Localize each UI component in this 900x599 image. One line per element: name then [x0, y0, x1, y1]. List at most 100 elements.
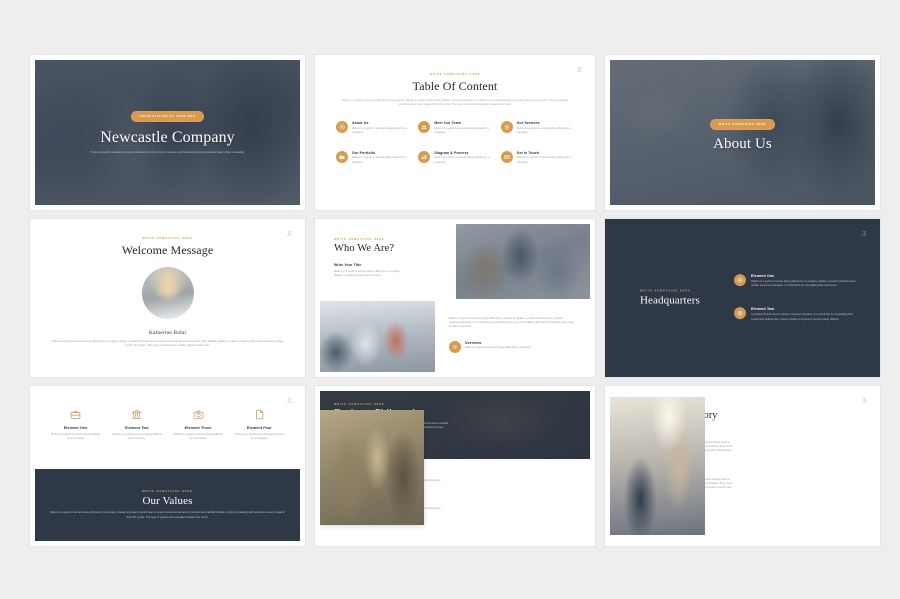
toc-item-meet-our-team[interactable]: Meet Our Team Refers to a good or service… — [418, 121, 491, 135]
value-element-one[interactable]: Element One Refers to a good or service … — [45, 408, 106, 441]
section-subtitle: Write Your Title — [334, 263, 362, 267]
value-element-three[interactable]: Element Three Refers to a good or servic… — [168, 408, 229, 441]
toc-item-body: Refers to a good or service being offere… — [434, 126, 489, 134]
slide-who-we-are[interactable]: WRITE SOMETHING HERE Who We Are? Write Y… — [315, 219, 595, 377]
logo-watermark-icon — [861, 230, 868, 236]
photo-overlay — [456, 224, 590, 300]
feature-overview[interactable]: Overview Refers to a good or service bein… — [448, 340, 590, 353]
value-body: Refers to a good or service being offere… — [51, 433, 100, 441]
eye-icon — [448, 340, 461, 353]
slide-body: Refers to a good or service being offere… — [50, 511, 285, 519]
slide-lead-paragraph: Refers to a good or service being offere… — [342, 99, 568, 106]
element-two-row[interactable]: Element Two A product should meet a certa… — [734, 307, 859, 322]
toc-item-get-in-touch[interactable]: Get In Touch Refers to a good or service … — [500, 150, 574, 165]
values-icon-row: Element One Refers to a good or service … — [35, 391, 300, 469]
briefcase-icon — [50, 408, 101, 421]
slide-our-values[interactable]: Element One Refers to a good or service … — [30, 386, 305, 546]
value-body: Refers to a good or service being offere… — [235, 433, 284, 441]
toc-item-about-us[interactable]: About Us Refers to a good or service bein… — [336, 121, 409, 135]
toc-item-body: Refers to a good or service being offere… — [352, 156, 407, 164]
eyebrow-label: WRITE SOMETHING HERE — [334, 238, 385, 241]
right-body: Refers to a good or service being offere… — [448, 316, 574, 329]
eyebrow-label: WRITE SOMETHING HERE — [334, 403, 385, 406]
slide-title: Newcastle Company — [100, 129, 235, 146]
quadrant-photo-bottom-left — [320, 300, 435, 372]
slide-table-of-content[interactable]: WRITE SOMETHING HERE Table Of Content Re… — [315, 55, 595, 210]
eyebrow-label: WRITE SOMETHING HERE — [429, 73, 481, 76]
toc-item-label: Meet Our Team — [434, 121, 461, 125]
slide-title: Who We Are? — [334, 243, 395, 254]
element-body: A product should meet a certain consumer… — [751, 313, 853, 321]
gear-icon — [500, 121, 513, 133]
quadrant-text-bottom-right: Refers to a good or service being offere… — [434, 300, 590, 372]
document-icon — [234, 408, 285, 421]
value-body: Refers to a good or service being offere… — [173, 433, 223, 441]
toc-item-grid: About Us Refers to a good or service bein… — [336, 121, 574, 165]
toc-item-label: Our Services — [516, 121, 540, 125]
value-body: Refers to a good or service being offere… — [112, 433, 162, 441]
slide-title: About Us — [713, 136, 772, 152]
slide-business-philosophy[interactable]: WRITE SOMETHING HERE Business Philosophy… — [315, 386, 595, 546]
person-name: Katherine Bohn — [148, 330, 187, 336]
logo-watermark-icon — [576, 66, 583, 72]
toc-item-our-services[interactable]: Our Services Refers to a good or service … — [500, 121, 574, 135]
slide-title: Our Values — [142, 495, 193, 508]
toc-item-body: Refers to a good or service being offere… — [352, 126, 407, 134]
gear-icon — [734, 307, 746, 320]
value-label: Element One — [63, 426, 88, 430]
toc-item-label: Diagram & Process — [434, 150, 469, 155]
eyebrow-label: WRITE SOMETHING HERE — [142, 237, 193, 240]
avatar — [141, 267, 194, 319]
logo-watermark-icon — [286, 230, 293, 236]
element-label: Element One — [751, 274, 775, 279]
slide-hero-newcastle[interactable]: PRESENTATION BY JOHN DOE Newcastle Compa… — [30, 55, 305, 210]
chart-icon — [418, 150, 431, 163]
slide-welcome-message[interactable]: WRITE SOMETHING HERE Welcome Message Kat… — [30, 219, 305, 377]
toc-item-our-portfolio[interactable]: Our Portfolio Refers to a good or service… — [336, 150, 409, 165]
envelope-icon — [500, 150, 513, 163]
slide-title: Table Of Content — [412, 79, 498, 93]
values-banner: WRITE SOMETHING HERE Our Values Refers t… — [35, 469, 300, 541]
people-icon — [418, 121, 431, 133]
toc-item-body: Refers to a good or service being offere… — [516, 126, 572, 134]
logo-watermark-icon — [286, 397, 293, 403]
feature-body: Refers to a good or service being offere… — [464, 346, 532, 350]
value-label: Element Two — [124, 426, 149, 430]
students-photo — [320, 300, 435, 372]
slide-a-little-bit-of-history[interactable]: WRITE SOMETHING HERE A Little Bit Of His… — [605, 386, 880, 546]
toc-item-body: Refers to a good or service being offere… — [434, 156, 489, 164]
value-label: Element Four — [246, 426, 272, 430]
value-element-four[interactable]: Element Four Refers to a good or service… — [229, 408, 290, 441]
toc-item-label: About Us — [352, 121, 369, 125]
target-icon — [336, 121, 348, 133]
section-body: Refers to a good or service being offere… — [334, 269, 401, 277]
target-icon — [734, 274, 746, 287]
quadrant-photo-top-right — [456, 224, 590, 300]
element-label: Element Two — [751, 307, 775, 312]
eyebrow-label: WRITE SOMETHING HERE — [142, 490, 193, 494]
slide-deck-grid: PRESENTATION BY JOHN DOE Newcastle Compa… — [30, 55, 880, 546]
slide-headquarters[interactable]: WRITE SOMETHING HERE Headquarters Elemen… — [605, 219, 880, 377]
bank-icon — [111, 408, 162, 421]
office-photo — [610, 397, 705, 535]
feature-label: Overview — [464, 340, 482, 345]
toc-item-label: Get In Touch — [516, 150, 540, 155]
slide-title: Headquarters — [640, 294, 700, 307]
person-body: Refers to a good or service being offere… — [51, 340, 284, 348]
logo-watermark-icon — [861, 397, 868, 403]
slide-title: Welcome Message — [121, 243, 214, 257]
presentation-badge: PRESENTATION BY JOHN DOE — [130, 111, 205, 122]
eyebrow-label: WRITE SOMETHING HERE — [640, 289, 691, 293]
toc-item-label: Our Portfolio — [352, 150, 376, 155]
element-one-row[interactable]: Element One Refers to a good or service b… — [734, 274, 859, 288]
slide-subtitle: To be successful, marketers should under… — [90, 151, 245, 154]
eyebrow-badge: WRITE SOMETHING HERE — [709, 119, 776, 130]
folder-icon — [336, 150, 348, 163]
tablet-woman-photo — [320, 410, 424, 525]
element-body: Refers to a good or service being offere… — [751, 280, 857, 288]
toc-item-body: Refers to a good or service being offere… — [516, 156, 572, 164]
quadrant-text-top-left: WRITE SOMETHING HERE Who We Are? Write Y… — [320, 224, 457, 300]
value-element-two[interactable]: Element Two Refers to a good or service … — [106, 408, 167, 441]
toc-item-diagram-process[interactable]: Diagram & Process Refers to a good or ser… — [418, 150, 491, 165]
slide-about-us[interactable]: WRITE SOMETHING HERE About Us — [605, 55, 880, 210]
